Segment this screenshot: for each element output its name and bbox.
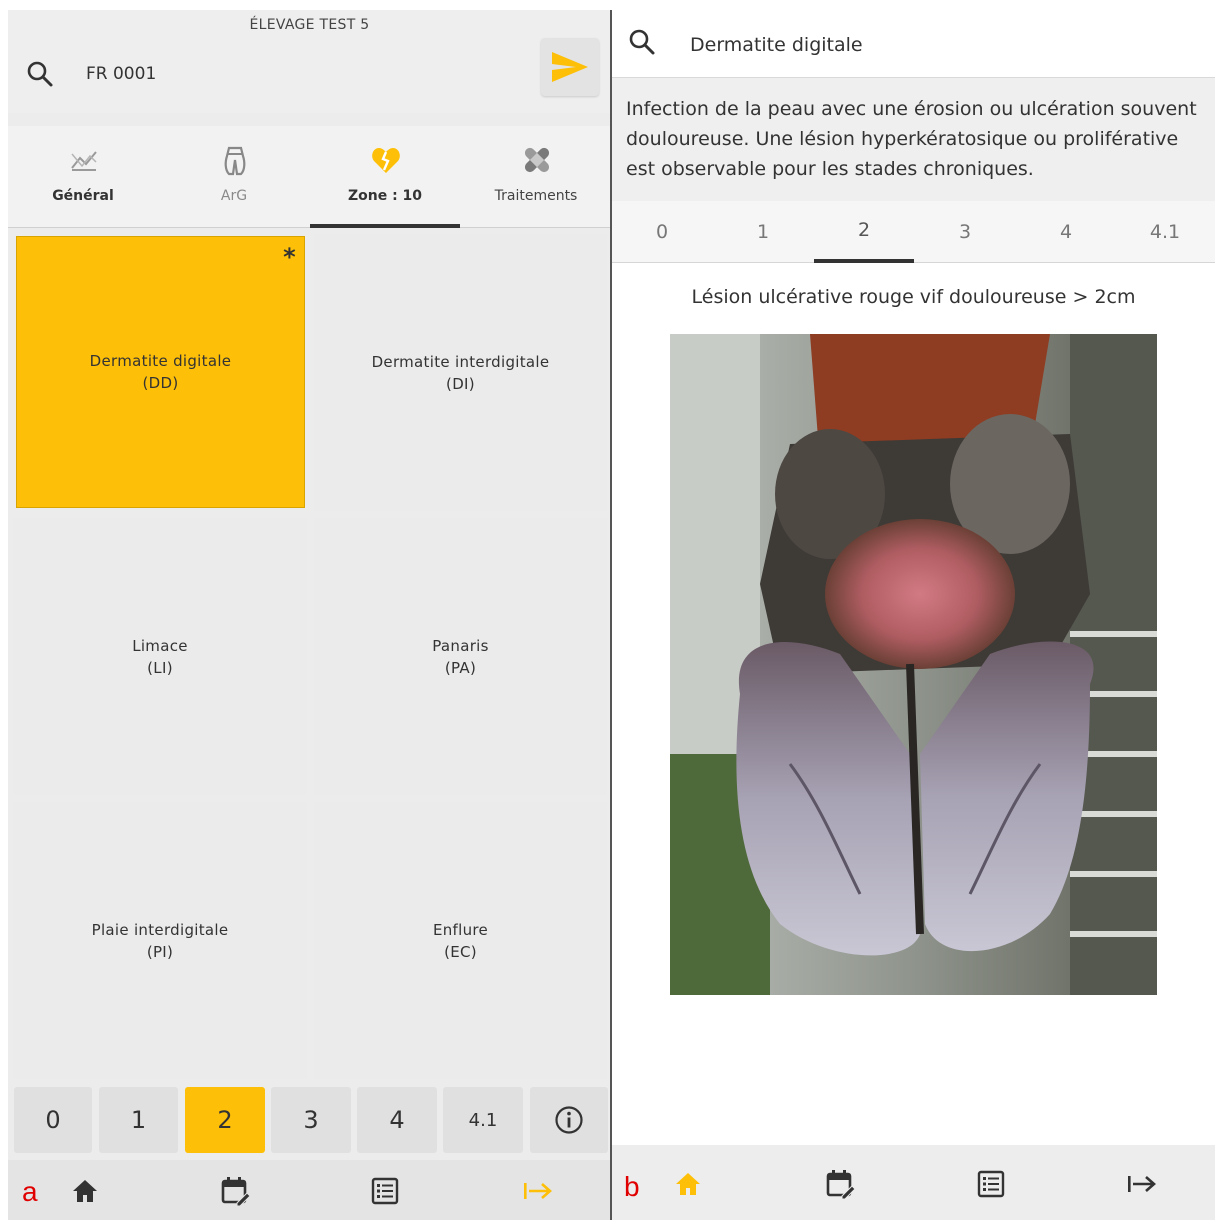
lesion-code: (PA) <box>444 658 477 677</box>
lesion-tile-li[interactable]: Limace (LI) <box>13 518 307 795</box>
stage-tabs: 0 1 2 3 4 4.1 <box>612 201 1215 263</box>
lesion-tile-dd[interactable]: * Dermatite digitale (DD) <box>16 236 305 508</box>
tab-general[interactable]: Général <box>8 126 158 228</box>
lesion-name: Enflure <box>432 920 489 939</box>
tab-arg[interactable]: ArG <box>159 126 309 228</box>
farm-name: ÉLEVAGE TEST 5 <box>249 17 370 33</box>
info-button[interactable] <box>530 1087 608 1153</box>
search-icon[interactable] <box>628 28 656 56</box>
lesion-search-text[interactable]: Dermatite digitale <box>690 34 863 56</box>
stage-tab-1[interactable]: 1 <box>713 201 813 263</box>
grade-button-4[interactable]: 4 <box>357 1087 437 1153</box>
list-icon[interactable] <box>976 1169 1006 1199</box>
send-icon <box>552 52 588 82</box>
stage-tab-0[interactable]: 0 <box>612 201 712 263</box>
stage-tab-2[interactable]: 2 <box>814 201 914 263</box>
hoof-photo <box>670 334 1157 995</box>
exit-arrow-icon[interactable] <box>1125 1169 1159 1199</box>
tab-bar: Général ArG Zone : 10 Traitements <box>8 126 611 228</box>
tab-arg-label: ArG <box>220 188 248 204</box>
broken-heart-icon <box>372 148 400 173</box>
animal-id-field[interactable]: FR 0001 <box>86 64 156 84</box>
grade-button-1[interactable]: 1 <box>99 1087 178 1153</box>
lesion-tile-pi[interactable]: Plaie interdigitale (PI) <box>13 802 307 1079</box>
home-icon[interactable] <box>70 1176 100 1206</box>
grade-bar: 0 1 2 3 4 4.1 <box>8 1084 611 1159</box>
tab-zone-label: Zone : 10 <box>347 188 423 204</box>
panel-a: ÉLEVAGE TEST 5 FR 0001 Général ArG Zone … <box>8 10 611 1220</box>
lesion-tile-ec[interactable]: Enflure (EC) <box>314 802 607 1079</box>
stage-caption: Lésion ulcérative rouge vif douloureuse … <box>691 286 1136 308</box>
panel-label: b <box>624 1171 640 1202</box>
tab-general-label: Général <box>52 188 114 204</box>
bottom-nav: a <box>8 1160 611 1220</box>
grade-button-2[interactable]: 2 <box>185 1087 265 1153</box>
search-icon[interactable] <box>26 60 54 88</box>
grade-button-3[interactable]: 3 <box>271 1087 351 1153</box>
lesion-tile-di[interactable]: Dermatite interdigitale (DI) <box>314 234 607 511</box>
calendar-edit-icon[interactable] <box>220 1176 250 1206</box>
lesion-code: (EC) <box>444 942 477 961</box>
star-marker: * <box>283 243 296 271</box>
lesion-code: (DD) <box>142 374 179 392</box>
lesion-name: Plaie interdigitale <box>91 920 229 939</box>
list-icon[interactable] <box>370 1176 400 1206</box>
lesion-tile-pa[interactable]: Panaris (PA) <box>314 518 607 795</box>
lesion-name: Dermatite interdigitale <box>371 352 550 371</box>
calendar-edit-icon[interactable] <box>825 1169 855 1199</box>
send-button[interactable] <box>541 38 599 96</box>
lesion-search-bar[interactable]: Dermatite digitale <box>612 10 1215 78</box>
lesion-code: (LI) <box>147 658 173 677</box>
bandage-icon <box>524 147 550 173</box>
panel-label: a <box>22 1176 38 1207</box>
panel-b: Dermatite digitale Infection de la peau … <box>612 10 1215 1220</box>
lesion-name: Panaris <box>432 636 489 655</box>
stage-tab-4[interactable]: 4 <box>1016 201 1116 263</box>
info-icon <box>555 1106 583 1134</box>
grade-button-4-1[interactable]: 4.1 <box>443 1087 523 1153</box>
tab-zone[interactable]: Zone : 10 <box>310 126 460 228</box>
tab-traitements-label: Traitements <box>494 188 578 204</box>
lesion-description: Infection de la peau avec une érosion ou… <box>612 78 1215 201</box>
home-icon[interactable] <box>673 1169 703 1199</box>
grade-button-0[interactable]: 0 <box>14 1087 92 1153</box>
lesion-name: Dermatite digitale <box>89 352 232 370</box>
lesion-name: Limace <box>132 636 188 655</box>
header: ÉLEVAGE TEST 5 FR 0001 <box>8 10 611 113</box>
hoof-icon <box>224 146 246 176</box>
lesion-code: (PI) <box>146 942 174 961</box>
chart-icon <box>71 151 97 171</box>
lesion-code: (DI) <box>446 374 475 393</box>
tab-traitements[interactable]: Traitements <box>461 126 611 228</box>
stage-tab-3[interactable]: 3 <box>915 201 1015 263</box>
exit-arrow-icon[interactable] <box>521 1176 555 1206</box>
stage-tab-4-1[interactable]: 4.1 <box>1115 201 1215 263</box>
bottom-nav: b <box>612 1145 1215 1220</box>
